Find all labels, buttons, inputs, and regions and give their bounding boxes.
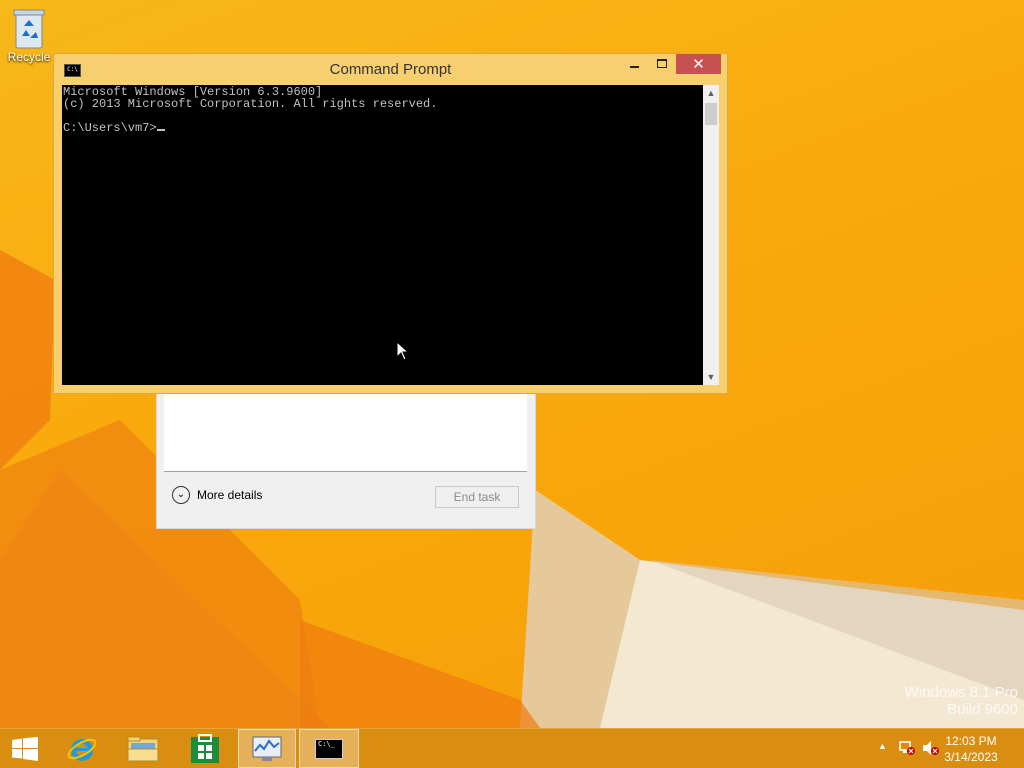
taskbar-clock[interactable]: 12:03 PM 3/14/2023 bbox=[936, 733, 1006, 765]
scrollbar-thumb[interactable] bbox=[705, 103, 717, 125]
recycle-bin-desktop-icon[interactable]: Recycle bbox=[4, 6, 54, 64]
task-list-area bbox=[164, 393, 527, 471]
mouse-pointer-icon bbox=[396, 341, 410, 361]
taskbar-command-prompt[interactable]: C:\_ bbox=[299, 729, 359, 768]
maximize-button[interactable] bbox=[651, 54, 673, 74]
clock-date: 3/14/2023 bbox=[944, 750, 998, 764]
minimize-button[interactable] bbox=[624, 54, 646, 74]
chevron-down-icon: ⌄ bbox=[172, 486, 190, 504]
close-icon: ✕ bbox=[692, 56, 705, 73]
console-prompt: C:\Users\vm7> bbox=[63, 121, 157, 135]
recycle-bin-icon bbox=[12, 6, 46, 50]
minimize-icon bbox=[630, 66, 639, 68]
taskbar-performance-monitor[interactable] bbox=[238, 729, 296, 768]
more-details-label: More details bbox=[197, 488, 263, 502]
console-line: (c) 2013 Microsoft Corporation. All righ… bbox=[63, 97, 438, 111]
show-hidden-icons-button[interactable]: ▲ bbox=[878, 741, 887, 751]
clock-time: 12:03 PM bbox=[945, 734, 997, 748]
taskbar-store[interactable] bbox=[180, 729, 230, 768]
taskbar-internet-explorer[interactable] bbox=[58, 729, 106, 768]
title-bar[interactable]: C:\ Command Prompt ✕ bbox=[54, 54, 727, 84]
end-task-button[interactable]: End task bbox=[435, 486, 519, 508]
console-prompt-line: C:\Users\vm7> bbox=[63, 122, 702, 134]
command-prompt-icon: C:\_ bbox=[315, 738, 343, 759]
recycle-bin-label: Recycle bbox=[7, 50, 51, 64]
taskbar: C:\_ ▲ 12:03 PM 3/14/2023 bbox=[0, 728, 1024, 768]
folder-icon bbox=[127, 736, 159, 761]
windows-logo-icon bbox=[12, 736, 38, 761]
scroll-down-icon[interactable]: ▼ bbox=[703, 369, 719, 385]
windows-version-watermark: Windows 8.1 Pro Build 9600 bbox=[905, 684, 1018, 718]
taskbar-file-explorer[interactable] bbox=[118, 729, 168, 768]
store-icon bbox=[191, 733, 219, 763]
watermark-line: Windows 8.1 Pro bbox=[904, 684, 1018, 701]
close-button[interactable]: ✕ bbox=[676, 54, 721, 74]
start-button[interactable] bbox=[0, 729, 50, 768]
more-details-button[interactable]: ⌄ More details bbox=[172, 486, 262, 504]
command-prompt-window[interactable]: C:\ Command Prompt ✕ Microsoft Windows [… bbox=[53, 53, 728, 394]
network-icon[interactable] bbox=[898, 740, 916, 756]
scroll-up-icon[interactable]: ▲ bbox=[703, 85, 719, 101]
console-output[interactable]: Microsoft Windows [Version 6.3.9600] (c) … bbox=[62, 85, 703, 385]
task-manager-window: ⌄ More details End task bbox=[156, 392, 536, 529]
watermark-line: Build 9600 bbox=[947, 701, 1018, 718]
internet-explorer-icon bbox=[67, 738, 97, 761]
maximize-icon bbox=[657, 59, 667, 68]
vertical-scrollbar[interactable]: ▲ ▼ bbox=[703, 85, 719, 385]
performance-monitor-icon bbox=[252, 736, 282, 761]
text-cursor bbox=[156, 129, 165, 131]
